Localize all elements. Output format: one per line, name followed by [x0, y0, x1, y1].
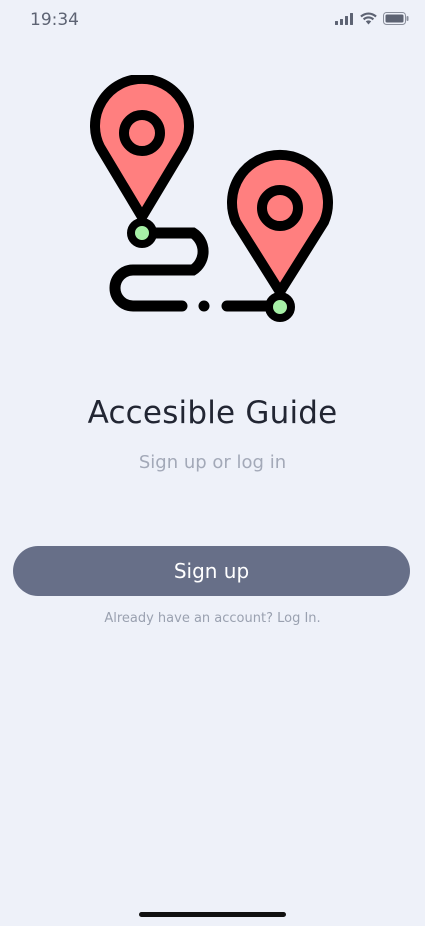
login-link[interactable]: Already have an account? Log In. — [0, 611, 425, 626]
wifi-icon — [360, 12, 377, 25]
route-map-pins-icon — [85, 73, 340, 325]
status-icons — [335, 12, 409, 25]
status-time: 19:34 — [30, 10, 79, 30]
cellular-signal-icon — [335, 12, 354, 25]
app-title: Accesible Guide — [87, 395, 338, 431]
signup-button[interactable]: Sign up — [13, 546, 410, 596]
status-bar: 19:34 — [0, 0, 425, 40]
app-subtitle: Sign up or log in — [138, 452, 287, 473]
battery-icon — [383, 12, 409, 25]
home-indicator — [139, 912, 286, 917]
